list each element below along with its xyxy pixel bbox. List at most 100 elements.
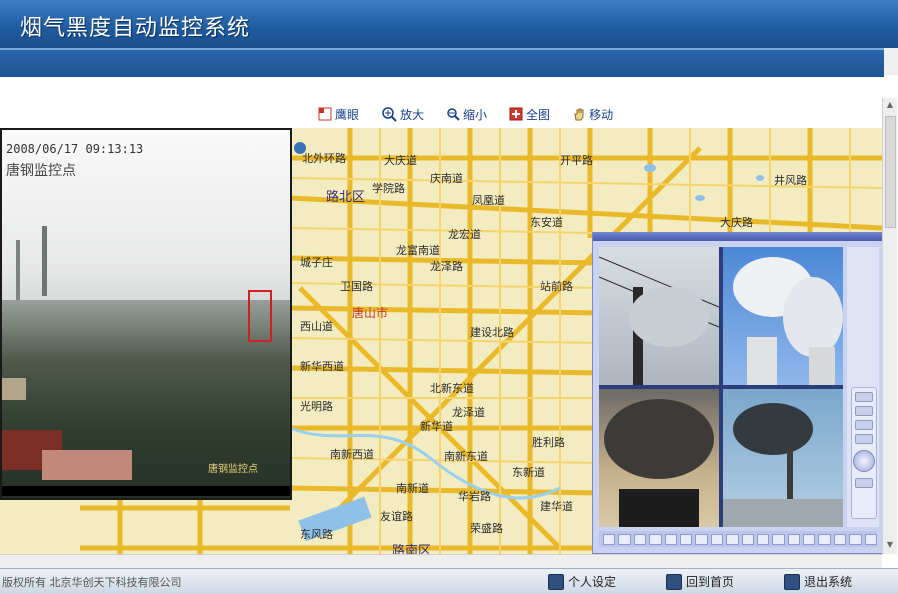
ptz-button[interactable] — [855, 392, 873, 402]
zoom-out-button[interactable]: 缩小 — [446, 106, 487, 123]
map-label: 学院路 — [372, 182, 405, 195]
map-label: 建设北路 — [470, 326, 514, 339]
map-label: 城子庄 — [300, 256, 333, 269]
map-label: 凤凰道 — [472, 194, 505, 207]
zoom-in-icon — [382, 107, 397, 122]
zoom-in-button[interactable]: 放大 — [381, 106, 424, 123]
playback-button[interactable] — [833, 533, 847, 545]
sub-header-bar — [0, 48, 884, 77]
map-label: 光明路 — [300, 400, 333, 413]
map-label: 新华道 — [420, 420, 453, 433]
detection-marker — [248, 290, 272, 342]
map-label: 北外环路 — [302, 152, 346, 165]
full-map-icon — [509, 107, 523, 121]
zoom-out-icon — [447, 108, 460, 121]
map-label: 龙泽路 — [430, 260, 463, 273]
playback-button[interactable] — [818, 533, 831, 545]
scroll-thumb[interactable] — [885, 116, 896, 228]
video-channel-1[interactable] — [599, 247, 719, 385]
home-button[interactable]: 回到首页 — [666, 573, 734, 590]
map-label: 荣盛路 — [470, 522, 503, 535]
map-label: 开平路 — [560, 154, 593, 167]
map-label: 东新道 — [512, 466, 545, 479]
map-label: 西山道 — [300, 320, 333, 333]
map-label: 路北区 — [326, 190, 366, 205]
pan-button[interactable]: 移动 — [572, 106, 613, 123]
ptz-button[interactable] — [855, 406, 873, 416]
pan-hand-icon — [574, 108, 584, 121]
sub-header-spacer — [884, 48, 898, 75]
map-label: 大庆路 — [720, 216, 753, 229]
map-label: 东风路 — [300, 528, 333, 541]
playback-button[interactable] — [633, 533, 647, 545]
video-channel-2[interactable] — [723, 247, 843, 385]
map-vertical-scrollbar[interactable]: ▲ ▼ — [882, 98, 897, 554]
map-label: 站前路 — [540, 280, 573, 293]
map-label: 友谊路 — [380, 510, 413, 523]
factory-chimney-image — [2, 226, 132, 480]
map-label: 胜利路 — [532, 436, 565, 449]
exit-button[interactable]: 退出系统 — [784, 573, 852, 590]
map-label: 北新东道 — [430, 382, 474, 395]
playback-button[interactable] — [741, 533, 754, 545]
ptz-button[interactable] — [855, 420, 873, 430]
video-channel-3[interactable] — [599, 389, 719, 527]
eagle-eye-label: 鹰眼 — [335, 107, 360, 122]
playback-button[interactable] — [756, 533, 770, 545]
home-icon — [666, 573, 682, 590]
scroll-up-icon[interactable]: ▲ — [885, 100, 895, 110]
home-label: 回到首页 — [686, 575, 735, 589]
ptz-joystick[interactable] — [853, 450, 875, 472]
scroll-down-icon[interactable]: ▼ — [885, 540, 895, 550]
playback-button[interactable] — [803, 533, 816, 545]
video-monitor-window[interactable] — [592, 232, 884, 554]
playback-button[interactable] — [787, 533, 801, 545]
map-toolbar: 鹰眼 放大 缩小 全图 移动 — [318, 104, 613, 124]
playback-button[interactable] — [710, 533, 724, 545]
video-playback-bar — [599, 531, 878, 547]
camera-site-name: 唐钢监控点 — [6, 163, 76, 179]
map-label: 卫国路 — [340, 280, 373, 293]
camera-caption: 唐钢监控点 — [208, 464, 258, 475]
playback-button[interactable] — [695, 533, 708, 545]
playback-button[interactable] — [679, 533, 693, 545]
user-settings-label: 个人设定 — [568, 575, 617, 589]
eagle-eye-button[interactable]: 鹰眼 — [318, 106, 359, 123]
camera-tree[interactable] — [849, 253, 877, 298]
playback-button[interactable] — [726, 533, 739, 545]
playback-button[interactable] — [649, 533, 662, 545]
camera-timestamp: 2008/06/17 09:13:13 — [6, 142, 144, 156]
video-window-titlebar — [593, 233, 883, 241]
playback-button[interactable] — [603, 533, 616, 545]
footer-bar: 版权所有 北京华创天下科技有限公司 个人设定 回到首页 退出系统 — [0, 568, 898, 594]
video-grid — [599, 247, 843, 527]
map-label: 唐山市 — [352, 306, 389, 320]
map-label: 龙富南道 — [396, 244, 440, 257]
full-map-button[interactable]: 全图 — [509, 106, 550, 123]
video-control-sidebar — [847, 247, 879, 527]
map-label: 南新西道 — [330, 448, 374, 461]
exit-icon — [784, 573, 800, 590]
map-label: 新华西道 — [300, 360, 344, 373]
map-label: 路南区 — [392, 544, 432, 554]
playback-button[interactable] — [618, 533, 631, 545]
camera-feed-panel[interactable]: 2008/06/17 09:13:13 唐钢监控点 唐钢监控点 — [0, 128, 292, 500]
playback-button[interactable] — [664, 533, 677, 545]
map-label: 龙宏道 — [448, 228, 481, 241]
pan-label: 移动 — [589, 107, 614, 122]
playback-button[interactable] — [772, 533, 785, 545]
zoom-out-label: 缩小 — [463, 107, 488, 122]
copyright-text: 版权所有 北京华创天下科技有限公司 — [2, 576, 182, 589]
map-label: 东安道 — [530, 216, 563, 229]
playback-button[interactable] — [864, 533, 878, 545]
user-settings-button[interactable]: 个人设定 — [548, 573, 616, 590]
map-horizontal-scrollbar[interactable] — [0, 554, 882, 569]
video-channel-4[interactable] — [723, 389, 843, 527]
map-label: 大庆道 — [384, 154, 417, 167]
map-label: 庆南道 — [430, 172, 463, 185]
ptz-button[interactable] — [855, 434, 873, 444]
ptz-control-panel — [851, 387, 877, 519]
map-label: 建华道 — [540, 500, 573, 513]
playback-button[interactable] — [849, 533, 862, 545]
ptz-button[interactable] — [855, 478, 873, 488]
